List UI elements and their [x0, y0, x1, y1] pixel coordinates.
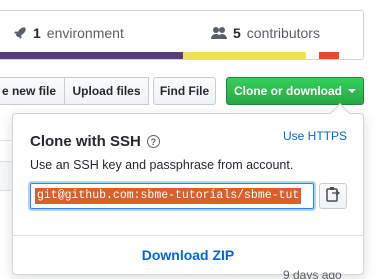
rocket-icon: [13, 26, 27, 40]
language-segment[interactable]: [306, 52, 320, 59]
clone-url-input[interactable]: git@github.com:sbme-tutorials/sbme-tut: [30, 183, 314, 209]
commit-age: 9 days ago: [283, 268, 342, 279]
language-bar[interactable]: [0, 52, 363, 59]
environments-count: 1: [33, 25, 41, 41]
language-segment[interactable]: [319, 52, 339, 59]
language-segment[interactable]: [182, 52, 307, 59]
chevron-down-icon: [348, 89, 356, 93]
dropdown-divider: [13, 235, 363, 236]
language-segment[interactable]: [338, 52, 363, 59]
copy-to-clipboard-button[interactable]: [319, 183, 347, 209]
file-list-row: [0, 161, 12, 191]
language-segment[interactable]: [0, 52, 183, 59]
create-new-file-button[interactable]: e new file: [0, 77, 65, 105]
find-file-label: Find File: [159, 84, 210, 98]
people-icon: [211, 26, 227, 40]
upload-files-label: Upload files: [72, 84, 141, 98]
use-https-link[interactable]: Use HTTPS: [283, 129, 347, 143]
environments-label: environment: [46, 25, 124, 41]
contributors-link[interactable]: 5 contributors: [211, 25, 320, 41]
file-list-divider: [0, 140, 12, 141]
contributors-label: contributors: [246, 25, 320, 41]
contributors-count: 5: [233, 25, 241, 41]
find-file-button[interactable]: Find File: [153, 77, 216, 105]
environments-link[interactable]: 1 environment: [13, 25, 124, 41]
clone-title-text: Clone with SSH: [30, 133, 141, 150]
clone-description: Use an SSH key and passphrase from accou…: [30, 158, 294, 172]
clone-dropdown: Clone with SSH ? Use HTTPS Use an SSH ke…: [12, 103, 364, 275]
clone-or-download-label: Clone or download: [234, 84, 342, 98]
question-icon[interactable]: ?: [146, 135, 160, 148]
clone-title: Clone with SSH ?: [30, 133, 160, 150]
dropdown-pointer: [330, 103, 350, 123]
upload-files-button[interactable]: Upload files: [64, 77, 149, 105]
clone-url-value: git@github.com:sbme-tutorials/sbme-tut: [35, 188, 302, 204]
repo-summary: 1 environment 5 contributors: [0, 10, 364, 60]
download-zip-link[interactable]: Download ZIP: [13, 247, 363, 263]
clone-or-download-button[interactable]: Clone or download: [226, 77, 364, 105]
clipboard-icon: [326, 186, 341, 207]
create-new-file-label: e new file: [1, 84, 56, 98]
